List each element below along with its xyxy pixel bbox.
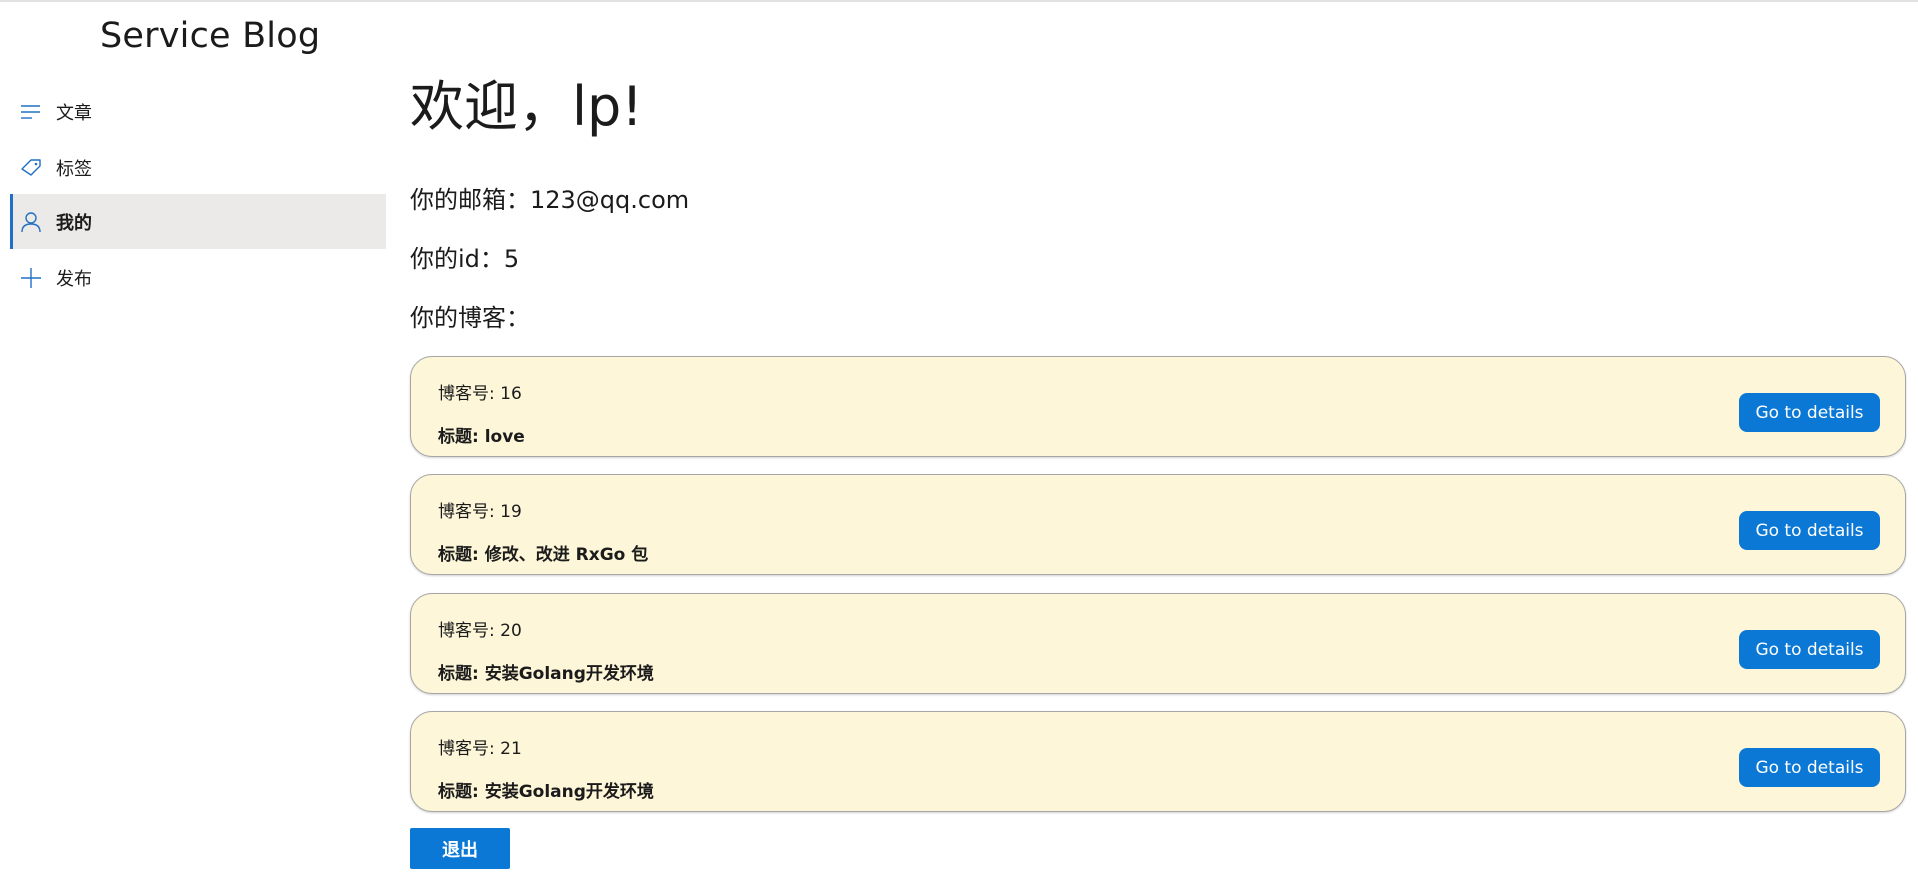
blog-title: 标题: love (438, 427, 525, 447)
page-title: 欢迎，lp! (410, 75, 643, 138)
sidebar-item-label: 发布 (56, 268, 92, 290)
sidebar-item-articles[interactable]: 文章 (10, 84, 386, 139)
blog-number: 博客号: 21 (438, 739, 522, 759)
selection-indicator (10, 194, 13, 249)
go-to-details-button[interactable]: Go to details (1739, 511, 1880, 550)
plus-icon (17, 264, 45, 292)
blog-title: 标题: 安装Golang开发环境 (438, 782, 654, 802)
blog-number: 博客号: 16 (438, 384, 522, 404)
blog-card: 博客号: 21 标题: 安装Golang开发环境 Go to details (410, 711, 1906, 812)
go-to-details-button[interactable]: Go to details (1739, 748, 1880, 787)
sidebar-item-label: 我的 (56, 212, 92, 234)
tag-icon (17, 154, 45, 182)
logout-button[interactable]: 退出 (410, 828, 510, 869)
id-text: 你的id：5 (410, 245, 520, 273)
blog-number: 博客号: 20 (438, 621, 522, 641)
person-icon (17, 208, 45, 236)
blogs-heading: 你的博客： (410, 304, 530, 332)
blog-card: 博客号: 20 标题: 安装Golang开发环境 Go to details (410, 593, 1906, 694)
blog-card: 博客号: 19 标题: 修改、改进 RxGo 包 Go to details (410, 474, 1906, 575)
blog-card: 博客号: 16 标题: love Go to details (410, 356, 1906, 457)
sidebar-item-mine[interactable]: 我的 (10, 194, 386, 249)
app-title: Service Blog (100, 16, 321, 56)
sidebar-item-label: 文章 (56, 102, 92, 124)
sidebar-item-label: 标签 (56, 158, 92, 180)
go-to-details-button[interactable]: Go to details (1739, 393, 1880, 432)
sidebar: Service Blog 文章 标签 我的 发布 (0, 0, 386, 896)
blog-title: 标题: 安装Golang开发环境 (438, 664, 654, 684)
blog-title: 标题: 修改、改进 RxGo 包 (438, 545, 649, 565)
list-icon (17, 98, 45, 126)
go-to-details-button[interactable]: Go to details (1739, 630, 1880, 669)
blog-number: 博客号: 19 (438, 502, 522, 522)
sidebar-item-tags[interactable]: 标签 (10, 140, 386, 195)
email-text: 你的邮箱：123@qq.com (410, 186, 690, 214)
sidebar-item-publish[interactable]: 发布 (10, 250, 386, 305)
